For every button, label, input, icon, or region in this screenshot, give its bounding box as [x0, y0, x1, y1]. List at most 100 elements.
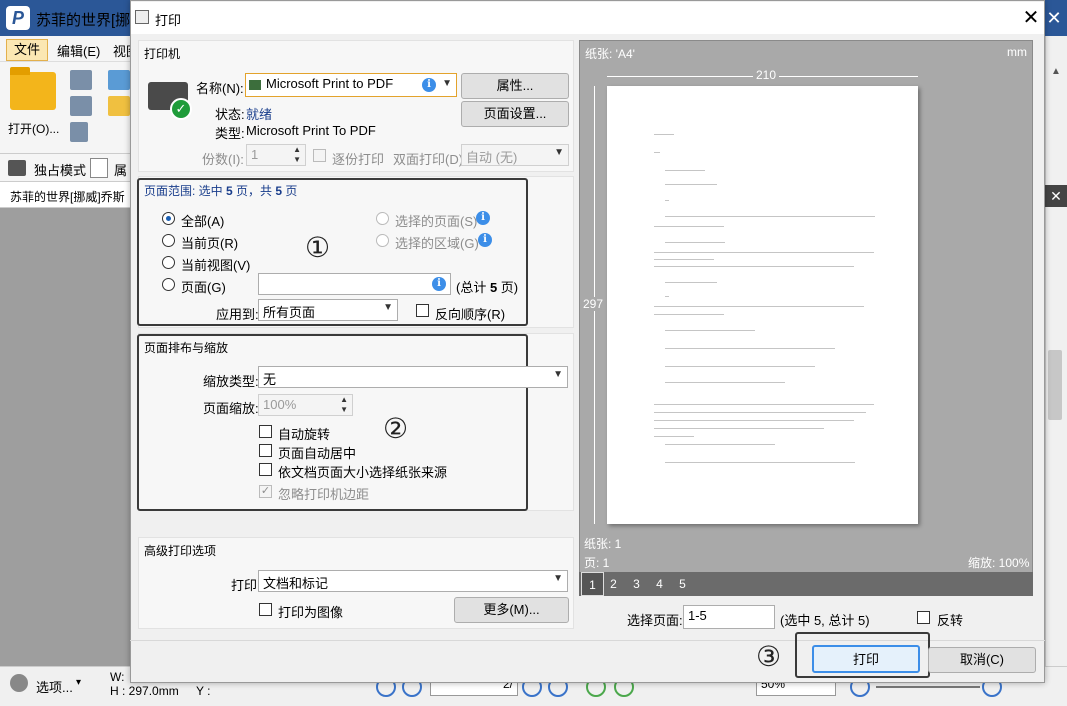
export-icon[interactable] [70, 122, 88, 142]
scale-type-select[interactable]: 无 ▼ [258, 366, 568, 388]
open-button-label[interactable]: 打开(O)... [8, 120, 59, 137]
panel-close-icon[interactable]: ✕ [1045, 185, 1067, 207]
choose-paper-label[interactable]: 依文档页面大小选择纸张来源 [278, 462, 447, 481]
page-setup-button[interactable]: 页面设置... [461, 101, 569, 127]
status-label: 状态: [215, 107, 245, 122]
text-line [654, 404, 874, 405]
range-header-mid: 页，共 [232, 184, 276, 198]
select-pages-input[interactable]: 1-5 [683, 605, 775, 629]
range-all-label[interactable]: 全部(A) [181, 211, 224, 230]
dialog-title: 打印 [155, 13, 182, 28]
more-button[interactable]: 更多(M)... [454, 597, 569, 623]
properties-button[interactable]: 属性... [461, 73, 569, 99]
text-line [665, 282, 717, 283]
exclusive-mode-label[interactable]: 独占模式 [34, 160, 86, 179]
range-current-view-label[interactable]: 当前视图(V) [181, 255, 250, 274]
auto-center-checkbox[interactable] [259, 444, 272, 457]
range-pages-label[interactable]: 页面(G) [181, 277, 226, 296]
duplex-label: 双面打印(D) [393, 152, 464, 167]
range-current-page-label[interactable]: 当前页(R) [181, 233, 238, 252]
selected-area-info-icon: i [478, 233, 492, 247]
menu-edit[interactable]: 编辑(E) [57, 41, 100, 60]
page-tab[interactable]: 5 [671, 572, 694, 596]
printer-section-header: 打印机 [144, 47, 181, 61]
select-pages-label: 选择页面: [627, 613, 683, 628]
range-current-page-radio[interactable] [162, 234, 175, 247]
document-workspace [0, 208, 130, 666]
text-line [665, 242, 725, 243]
print-what-value: 文档和标记 [263, 576, 329, 591]
reverse-order-checkbox[interactable] [416, 304, 429, 317]
cancel-button[interactable]: 取消(C) [928, 647, 1036, 673]
scan-icon[interactable] [108, 70, 130, 90]
invert-label[interactable]: 反转 [937, 610, 963, 629]
print-icon[interactable] [70, 96, 92, 116]
spinner-down-icon[interactable]: ▼ [293, 155, 301, 164]
printer-name-select[interactable]: Microsoft Print to PDF i ▼ [245, 73, 457, 97]
preview-page-count: 页: 1 [584, 556, 610, 570]
print-as-image-checkbox[interactable] [259, 603, 272, 616]
auto-center-label[interactable]: 页面自动居中 [278, 443, 356, 462]
menu-file[interactable]: 文件 [6, 39, 48, 61]
properties-icon[interactable] [90, 158, 108, 178]
copies-spinner[interactable]: 1 ▲ ▼ [246, 144, 306, 166]
type-value: Microsoft Print To PDF [246, 123, 376, 138]
document-tab[interactable]: 苏菲的世界[挪威]乔斯 [0, 182, 130, 208]
save-icon[interactable] [70, 70, 92, 90]
scrollbar-thumb[interactable] [1048, 350, 1062, 420]
page-tab[interactable]: 1 [581, 572, 604, 596]
open-folder-icon[interactable] [10, 67, 56, 110]
app-logo-icon: P [6, 6, 30, 30]
print-as-image-label[interactable]: 打印为图像 [278, 602, 343, 621]
options-dropdown-icon[interactable]: ▾ [76, 677, 81, 688]
range-selected-area-radio[interactable] [376, 234, 389, 247]
text-line [654, 226, 724, 227]
preview-height-label: 297 [583, 297, 604, 311]
page-tab[interactable]: 4 [648, 572, 671, 596]
status-value: 就绪 [246, 107, 273, 122]
range-pages-input[interactable] [258, 273, 451, 295]
auto-rotate-label[interactable]: 自动旋转 [278, 424, 330, 443]
print-button[interactable]: 打印 [812, 645, 920, 673]
apply-to-select[interactable]: 所有页面 ▼ [258, 299, 398, 321]
preview-paper-label: 纸张: 'A4' [585, 47, 635, 61]
print-what-select[interactable]: 文档和标记 ▼ [258, 570, 568, 592]
reverse-order-label[interactable]: 反向顺序(R) [435, 304, 505, 323]
spinner-up-icon[interactable]: ▲ [340, 395, 348, 404]
scale-type-label: 缩放类型: [203, 374, 259, 389]
dialog-close-icon[interactable]: ✕ [1018, 6, 1044, 30]
app-close-icon[interactable]: ✕ [1044, 8, 1064, 28]
options-label[interactable]: 选项... [36, 677, 73, 696]
ignore-margins-checkbox[interactable]: ✓ [259, 485, 272, 498]
range-total-note: (总计 5 页) [456, 277, 518, 296]
text-line [665, 170, 705, 171]
text-line [665, 216, 875, 217]
zoom-slider[interactable] [876, 686, 980, 688]
auto-rotate-checkbox[interactable] [259, 425, 272, 438]
range-selected-pages-radio[interactable] [376, 212, 389, 225]
printer-name-value: Microsoft Print to PDF [266, 76, 394, 91]
page-tab[interactable]: 2 [602, 572, 625, 596]
properties-label[interactable]: 属 [114, 160, 127, 179]
width-readout: W: [110, 670, 125, 684]
text-line [665, 444, 775, 445]
collate-checkbox[interactable] [313, 149, 326, 162]
duplex-select[interactable]: 自动 (无) ▼ [461, 144, 569, 166]
text-line [654, 314, 724, 315]
range-pages-radio[interactable] [162, 278, 175, 291]
exclusive-mode-icon[interactable] [8, 160, 26, 176]
spinner-down-icon[interactable]: ▼ [340, 405, 348, 414]
range-all-radio[interactable] [162, 212, 175, 225]
range-current-view-radio[interactable] [162, 256, 175, 269]
invert-checkbox[interactable] [917, 611, 930, 624]
new-icon[interactable] [108, 96, 130, 116]
spinner-up-icon[interactable]: ▲ [293, 145, 301, 154]
range-selected-count: 5 [226, 184, 233, 198]
text-line [665, 382, 785, 383]
options-gear-icon[interactable] [10, 674, 28, 692]
page-tab[interactable]: 3 [625, 572, 648, 596]
choose-paper-checkbox[interactable] [259, 463, 272, 476]
scroll-up-icon[interactable]: ▲ [1051, 66, 1061, 77]
page-scale-spinner[interactable]: 100% ▲ ▼ [258, 394, 353, 416]
total-note-prefix: (总计 [456, 280, 490, 295]
